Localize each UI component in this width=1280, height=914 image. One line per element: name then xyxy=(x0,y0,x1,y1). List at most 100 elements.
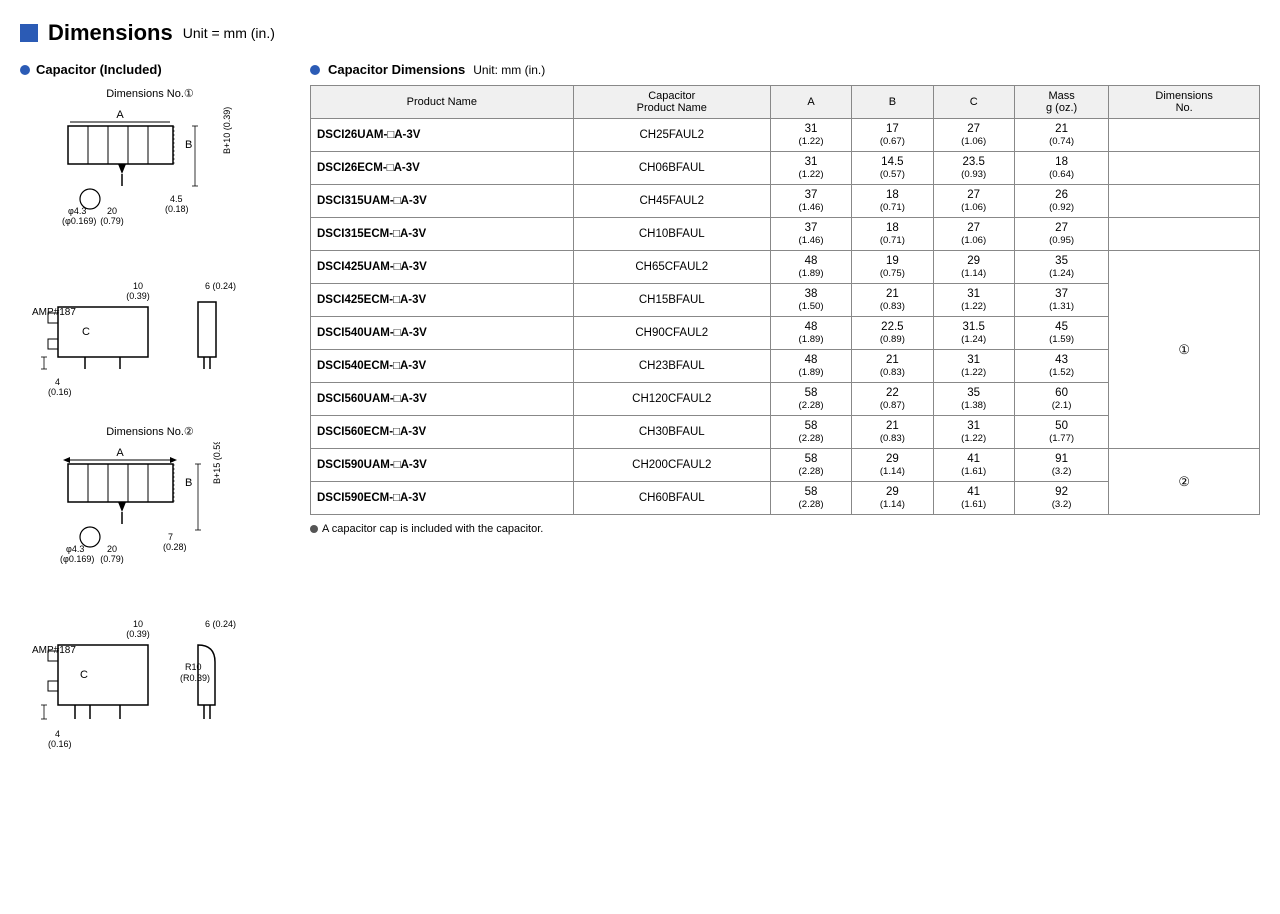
col-header-b: B xyxy=(852,86,933,119)
col-header-a: A xyxy=(770,86,851,119)
cell-product-name: DSCI425ECM-□A-3V xyxy=(311,284,574,317)
svg-text:20: 20 xyxy=(107,206,117,216)
cell-mass: 21(0.74) xyxy=(1014,119,1108,152)
svg-text:4: 4 xyxy=(55,729,60,739)
cell-mass: 37(1.31) xyxy=(1014,284,1108,317)
cell-dim-no: ① xyxy=(1109,251,1260,449)
svg-text:4: 4 xyxy=(55,377,60,387)
svg-text:A: A xyxy=(116,447,124,459)
svg-text:(φ0.169): (φ0.169) xyxy=(62,216,96,226)
svg-text:(0.28): (0.28) xyxy=(163,542,187,552)
diagram-1-label: Dimensions No.① xyxy=(20,87,280,100)
page-unit: Unit = mm (in.) xyxy=(183,25,275,41)
cell-cap-product: CH45FAUL2 xyxy=(573,185,770,218)
table-row: DSCI315UAM-□A-3VCH45FAUL237(1.46)18(0.71… xyxy=(311,185,1260,218)
cell-product-name: DSCI425UAM-□A-3V xyxy=(311,251,574,284)
cell-cap-product: CH60BFAUL xyxy=(573,482,770,515)
cell-c: 31(1.22) xyxy=(933,350,1014,383)
svg-text:(0.18): (0.18) xyxy=(165,204,189,214)
svg-text:(0.16): (0.16) xyxy=(48,387,72,397)
svg-text:C: C xyxy=(80,669,88,681)
cell-b: 22(0.87) xyxy=(852,383,933,416)
cell-dim-no xyxy=(1109,152,1260,185)
svg-text:(0.39): (0.39) xyxy=(126,291,150,301)
cell-b: 21(0.83) xyxy=(852,284,933,317)
cell-a: 37(1.46) xyxy=(770,185,851,218)
cell-cap-product: CH15BFAUL xyxy=(573,284,770,317)
table-row: DSCI425UAM-□A-3VCH65CFAUL248(1.89)19(0.7… xyxy=(311,251,1260,284)
cell-b: 21(0.83) xyxy=(852,350,933,383)
svg-text:B: B xyxy=(185,477,192,489)
cell-c: 31.5(1.24) xyxy=(933,317,1014,350)
svg-text:C: C xyxy=(82,326,90,338)
cell-b: 29(1.14) xyxy=(852,449,933,482)
cell-product-name: DSCI560ECM-□A-3V xyxy=(311,416,574,449)
right-section-title: Capacitor Dimensions xyxy=(328,62,465,77)
cell-a: 31(1.22) xyxy=(770,152,851,185)
col-header-cap-product: CapacitorProduct Name xyxy=(573,86,770,119)
page-title-section: Dimensions Unit = mm (in.) xyxy=(20,20,1260,46)
cell-b: 14.5(0.57) xyxy=(852,152,933,185)
cell-product-name: DSCI315ECM-□A-3V xyxy=(311,218,574,251)
cell-cap-product: CH200CFAUL2 xyxy=(573,449,770,482)
main-content: Capacitor (Included) Dimensions No.① A B xyxy=(20,62,1260,778)
svg-text:φ4.3: φ4.3 xyxy=(66,544,84,554)
cell-a: 38(1.50) xyxy=(770,284,851,317)
cell-c: 23.5(0.93) xyxy=(933,152,1014,185)
cell-a: 48(1.89) xyxy=(770,317,851,350)
diagram-2b-container: AMP#187 10 (0.39) 6 (0.24) C xyxy=(20,615,280,760)
cell-mass: 60(2.1) xyxy=(1014,383,1108,416)
svg-text:(0.79): (0.79) xyxy=(100,216,124,226)
cell-product-name: DSCI540UAM-□A-3V xyxy=(311,317,574,350)
cell-mass: 50(1.77) xyxy=(1014,416,1108,449)
cell-c: 27(1.06) xyxy=(933,185,1014,218)
cell-dim-no xyxy=(1109,218,1260,251)
diagram-2b-svg: AMP#187 10 (0.39) 6 (0.24) C xyxy=(30,615,270,760)
right-section-unit: Unit: mm (in.) xyxy=(473,63,545,77)
diagram-2-label: Dimensions No.② xyxy=(20,425,280,438)
cell-dim-no xyxy=(1109,185,1260,218)
svg-text:R10: R10 xyxy=(185,662,202,672)
cell-product-name: DSCI590ECM-□A-3V xyxy=(311,482,574,515)
svg-text:7: 7 xyxy=(168,532,173,542)
cell-b: 18(0.71) xyxy=(852,185,933,218)
svg-text:B: B xyxy=(185,139,192,151)
bullet-icon xyxy=(20,65,30,75)
cell-a: 37(1.46) xyxy=(770,218,851,251)
right-panel: Capacitor Dimensions Unit: mm (in.) Prod… xyxy=(310,62,1260,535)
dimensions-table: Product Name CapacitorProduct Name A B C… xyxy=(310,85,1260,515)
svg-text:A: A xyxy=(116,109,124,121)
svg-text:10: 10 xyxy=(133,281,143,291)
diagram-2-container: A B φ4.3 (φ0.169) xyxy=(20,442,280,597)
cell-product-name: DSCI315UAM-□A-3V xyxy=(311,185,574,218)
svg-text:6 (0.24): 6 (0.24) xyxy=(205,281,236,291)
cell-dim-no xyxy=(1109,119,1260,152)
footnote-text: A capacitor cap is included with the cap… xyxy=(322,523,543,535)
cell-mass: 26(0.92) xyxy=(1014,185,1108,218)
cell-dim-no: ② xyxy=(1109,449,1260,515)
cell-mass: 35(1.24) xyxy=(1014,251,1108,284)
cell-b: 17(0.67) xyxy=(852,119,933,152)
svg-text:(0.39): (0.39) xyxy=(126,629,150,639)
svg-text:20: 20 xyxy=(107,544,117,554)
col-header-c: C xyxy=(933,86,1014,119)
cell-product-name: DSCI26ECM-□A-3V xyxy=(311,152,574,185)
cell-b: 29(1.14) xyxy=(852,482,933,515)
diagram-1-container: Dimensions No.① A B xyxy=(20,87,280,259)
cell-c: 27(1.06) xyxy=(933,119,1014,152)
cell-b: 22.5(0.89) xyxy=(852,317,933,350)
left-panel: Capacitor (Included) Dimensions No.① A B xyxy=(20,62,280,778)
col-header-product-name: Product Name xyxy=(311,86,574,119)
right-bullet-icon xyxy=(310,65,320,75)
cell-cap-product: CH120CFAUL2 xyxy=(573,383,770,416)
table-header-row: Product Name CapacitorProduct Name A B C… xyxy=(311,86,1260,119)
cell-cap-product: CH06BFAUL xyxy=(573,152,770,185)
cell-a: 58(2.28) xyxy=(770,482,851,515)
col-header-dimno: DimensionsNo. xyxy=(1109,86,1260,119)
svg-text:(R0.39): (R0.39) xyxy=(180,673,210,683)
cell-a: 48(1.89) xyxy=(770,251,851,284)
col-header-mass: Massg (oz.) xyxy=(1014,86,1108,119)
cell-c: 29(1.14) xyxy=(933,251,1014,284)
svg-text:B+10 (0.39): B+10 (0.39) xyxy=(222,107,232,154)
svg-text:(0.16): (0.16) xyxy=(48,739,72,749)
